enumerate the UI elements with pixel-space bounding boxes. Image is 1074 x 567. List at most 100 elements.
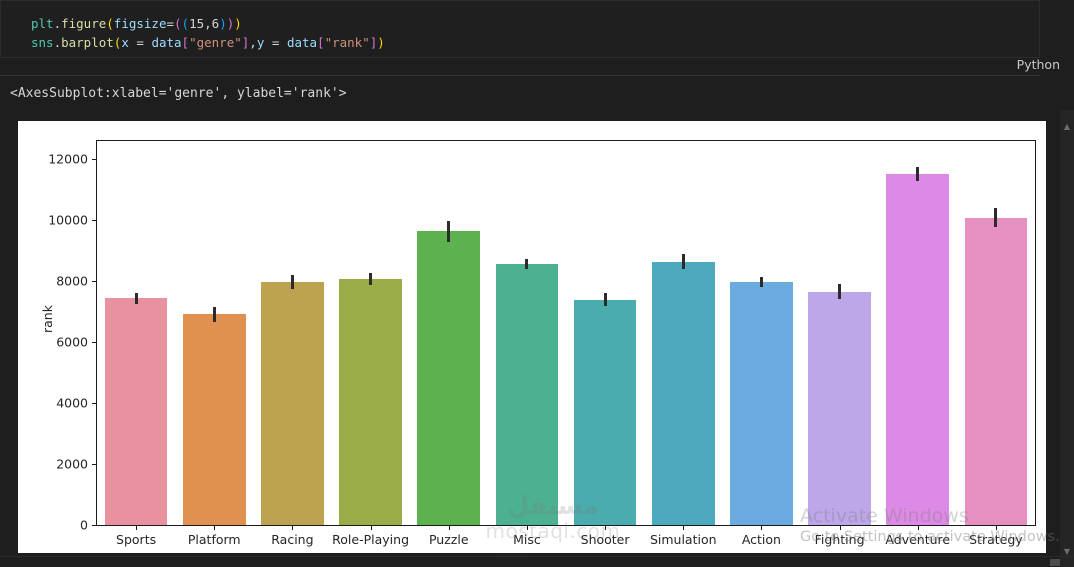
error-bar — [603, 293, 607, 307]
y-axis-tick-mark — [92, 525, 97, 526]
bar — [339, 279, 402, 525]
x-axis-tick-mark — [526, 525, 528, 530]
error-bar — [447, 221, 451, 242]
scroll-up-arrow-icon[interactable]: ▲ — [1060, 120, 1074, 134]
x-axis-tick-mark — [448, 525, 450, 530]
code-token: sns — [31, 35, 54, 50]
y-axis-tick-label: 2000 — [56, 456, 88, 472]
vertical-scrollbar[interactable]: ▲ ▼ — [1060, 110, 1074, 567]
bar — [182, 314, 246, 525]
code-token: "rank" — [324, 35, 370, 50]
x-axis-tick-label: Strategy — [969, 532, 1023, 547]
code-token: . — [53, 35, 62, 50]
bar — [808, 291, 871, 525]
bar — [964, 217, 1028, 525]
code-token: 15 — [189, 16, 205, 31]
code-line: plt.figure(figsize=((15,6))) — [31, 14, 385, 33]
x-axis-tick-mark — [839, 525, 841, 530]
bar — [261, 282, 324, 525]
cell-divider — [0, 75, 1040, 76]
x-axis-tick-label: Action — [741, 532, 781, 547]
error-bar — [369, 272, 373, 285]
error-bar — [916, 166, 920, 181]
bar — [651, 261, 715, 525]
x-axis-tick-mark — [761, 525, 763, 530]
error-bar — [134, 292, 138, 305]
horizontal-scrollbar[interactable] — [0, 556, 1074, 567]
error-bar — [759, 276, 763, 288]
y-axis-tick-label: 4000 — [56, 395, 88, 411]
code-token: x — [121, 35, 129, 50]
x-axis-tick-mark — [214, 525, 216, 530]
error-bar — [212, 306, 216, 323]
code-token: [ — [181, 35, 190, 50]
code-token: ( — [106, 16, 114, 31]
x-axis-tick-mark — [683, 525, 685, 530]
cell-text-output: <AxesSubplot:xlabel='genre', ylabel='ran… — [10, 86, 347, 101]
code-token: data — [151, 35, 182, 50]
x-axis-tick-label: Role-Playing — [332, 532, 409, 547]
error-bar — [994, 208, 998, 228]
x-axis-tick-mark — [136, 525, 138, 530]
code-token: [ — [317, 35, 325, 50]
x-axis-tick-label: Fighting — [814, 532, 865, 547]
x-axis-tick-mark — [995, 525, 997, 530]
y-axis-tick-mark — [92, 281, 97, 283]
y-axis-tick-label: 8000 — [56, 273, 88, 289]
code-token: figure — [61, 16, 107, 31]
code-token: = — [166, 16, 175, 31]
code-token: = — [128, 35, 152, 50]
notebook-output-screen: plt.figure(figsize=((15,6))) sns.barplot(… — [0, 0, 1074, 567]
bar — [495, 264, 559, 525]
code-token: , — [204, 16, 212, 31]
code-token: = — [264, 35, 287, 50]
bar — [104, 297, 168, 525]
x-axis-tick-mark — [370, 525, 372, 530]
bar — [573, 299, 637, 525]
code-token: figsize — [113, 16, 167, 31]
code-token: data — [286, 35, 318, 50]
x-axis-tick-mark — [917, 525, 919, 530]
x-axis-tick-label: Simulation — [649, 532, 717, 547]
y-axis-label: rank — [40, 305, 55, 333]
bar — [730, 281, 793, 525]
code-token: plt — [31, 16, 54, 31]
code-token: , — [249, 35, 257, 50]
y-axis-tick-label: 10000 — [48, 212, 88, 228]
code-token: "genre" — [189, 35, 242, 50]
plot-area: 0 2000 4000 6000 8000 10000 12000 Sports Platfor… — [48, 141, 1035, 547]
x-axis-tick-label: Puzzle — [428, 532, 469, 547]
error-bar — [525, 259, 529, 269]
plot-axes: 0 2000 4000 6000 8000 10000 12000 Sports Platfor… — [48, 140, 1036, 547]
x-axis-tick-mark — [292, 525, 294, 530]
code-cell[interactable]: plt.figure(figsize=((15,6))) sns.barplot(… — [0, 0, 1040, 58]
y-axis-tick-mark — [92, 220, 97, 222]
cell-language-label[interactable]: Python — [1017, 57, 1060, 72]
matplotlib-figure: rank 0 2000 4000 6000 8000 10000 12000 Sports Pl… — [18, 121, 1046, 565]
x-axis-tick-label: Racing — [271, 532, 314, 547]
y-axis-tick-mark — [92, 403, 97, 405]
error-bar — [290, 275, 294, 290]
x-axis-tick-label: Sports — [116, 532, 157, 547]
x-axis-tick-mark — [605, 525, 607, 530]
code-token: ( — [181, 16, 190, 31]
y-axis-tick-mark — [92, 342, 97, 344]
code-token: barplot — [61, 35, 114, 50]
bar — [886, 173, 949, 525]
code-line: sns.barplot(x = data["genre"],y = data["… — [31, 33, 385, 52]
code-token: . — [53, 16, 62, 31]
y-axis-tick-mark — [92, 464, 97, 466]
code-editor[interactable]: plt.figure(figsize=((15,6))) sns.barplot(… — [31, 14, 385, 52]
error-bar — [681, 253, 685, 269]
error-bar — [838, 283, 842, 299]
code-token: ( — [174, 16, 182, 31]
x-axis-tick-label: Platform — [187, 532, 241, 547]
y-axis-tick-label: 12000 — [48, 151, 88, 167]
code-token: ) — [377, 35, 385, 50]
x-axis-tick-label: Shooter — [580, 532, 630, 547]
y-axis-tick-mark — [92, 159, 97, 161]
bar — [417, 231, 480, 525]
x-axis-tick-label: Adventure — [885, 532, 951, 547]
y-axis-tick-label: 6000 — [56, 334, 88, 350]
code-token: ) — [234, 16, 242, 31]
